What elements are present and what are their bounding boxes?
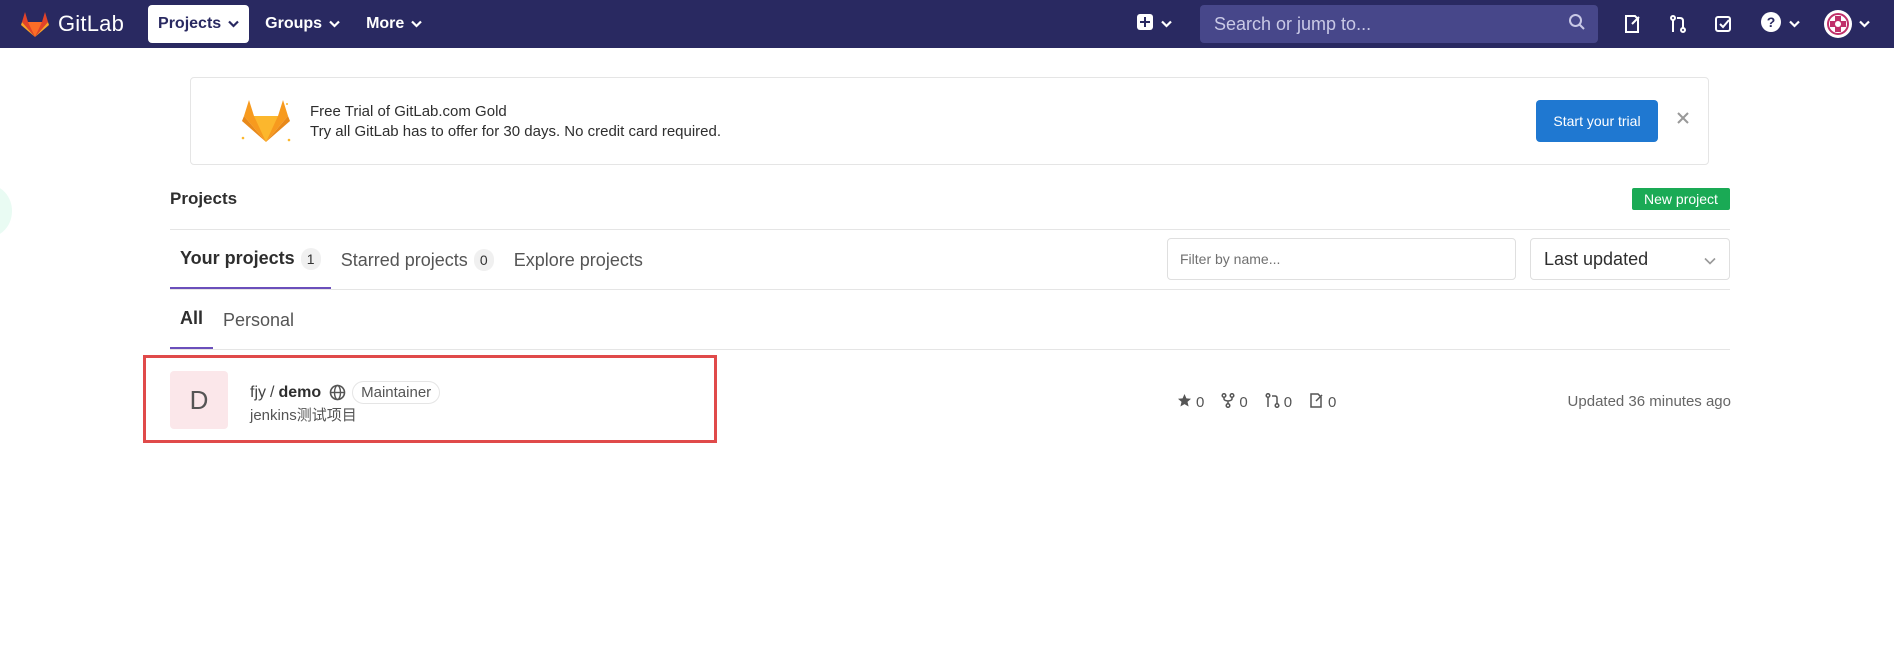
brand-name: GitLab <box>58 11 125 36</box>
nav-groups-dropdown[interactable]: Groups <box>255 5 350 43</box>
forks-count: 0 <box>1239 394 1248 411</box>
filter-by-name-input[interactable] <box>1167 238 1516 280</box>
gitlab-gold-logo-icon <box>239 96 293 151</box>
svg-text:?: ? <box>1767 14 1776 30</box>
issues-icon[interactable] <box>1622 14 1642 34</box>
merge-requests-count: 0 <box>1283 394 1293 411</box>
search-input[interactable] <box>1212 12 1568 36</box>
chevron-down-icon <box>1789 15 1800 33</box>
decorative-mint-shape <box>0 185 12 237</box>
chevron-down-icon <box>1859 15 1870 33</box>
merge-requests-stat[interactable]: 0 <box>1265 392 1293 412</box>
star-icon <box>1177 393 1196 412</box>
tab-label: Your projects <box>180 248 295 268</box>
tab-explore-projects[interactable]: Explore projects <box>504 230 653 290</box>
subtab-personal[interactable]: Personal <box>213 290 304 350</box>
issues-stat[interactable]: 0 <box>1309 393 1336 412</box>
banner-description: Try all GitLab has to offer for 30 days.… <box>310 123 722 140</box>
last-updated-text: Updated 36 minutes ago <box>1567 393 1731 410</box>
nav-more-dropdown[interactable]: More <box>356 5 432 43</box>
top-navbar: GitLab Projects Groups More Search or ju… <box>0 0 1894 48</box>
highlight-annotation-box <box>143 355 717 443</box>
tab-count-badge: 1 <box>300 247 321 270</box>
sort-dropdown[interactable]: Last updated <box>1530 238 1730 280</box>
gitlab-logo-icon <box>20 10 50 38</box>
start-trial-button[interactable]: Start your trial <box>1536 100 1658 142</box>
search-icon[interactable] <box>1568 13 1586 36</box>
tab-count-badge: 0 <box>473 249 494 271</box>
project-filter-subtabs: All Personal <box>170 290 304 350</box>
divider <box>170 289 1730 290</box>
merge-request-icon <box>1265 392 1284 412</box>
fork-icon <box>1221 392 1239 412</box>
sort-selected-label: Last updated <box>1544 248 1649 269</box>
gold-trial-banner: Free Trial of GitLab.com Gold Try all Gi… <box>190 77 1709 165</box>
new-item-dropdown[interactable] <box>1136 13 1172 36</box>
chevron-down-icon <box>228 15 239 33</box>
tab-label: Starred projects <box>340 249 468 270</box>
plus-square-icon <box>1136 13 1154 36</box>
chevron-down-icon <box>411 15 423 33</box>
user-avatar <box>1824 10 1852 38</box>
forks-stat[interactable]: 0 <box>1221 392 1248 412</box>
stars-count: 0 <box>1196 394 1205 411</box>
nav-projects-label: Projects <box>158 15 222 32</box>
merge-request-icon[interactable] <box>1668 14 1688 34</box>
close-icon[interactable] <box>1676 111 1690 130</box>
issues-icon <box>1309 393 1328 412</box>
gitlab-home-link[interactable]: GitLab <box>20 0 124 48</box>
nav-groups-label: Groups <box>265 15 323 32</box>
navbar-right: ? <box>1136 0 1894 48</box>
subtab-all[interactable]: All <box>170 290 214 350</box>
todo-checkbox-icon[interactable] <box>1714 14 1734 34</box>
search-box <box>1200 5 1598 43</box>
chevron-down-icon <box>1161 15 1172 33</box>
user-menu-dropdown[interactable] <box>1824 10 1870 38</box>
nav-more-label: More <box>366 15 405 32</box>
help-dropdown[interactable]: ? <box>1760 11 1800 38</box>
chevron-down-icon <box>1704 249 1716 270</box>
nav-projects-dropdown[interactable]: Projects <box>148 5 250 43</box>
banner-title: Free Trial of GitLab.com Gold <box>310 103 507 120</box>
project-stats: 0 0 0 0 <box>1177 392 1353 412</box>
tab-your-projects[interactable]: Your projects 1 <box>170 230 331 290</box>
issues-count: 0 <box>1328 394 1337 411</box>
main-nav-menu: Projects Groups More <box>148 5 438 43</box>
question-circle-icon: ? <box>1760 11 1782 38</box>
chevron-down-icon <box>329 15 340 33</box>
projects-tabs: Your projects 1 Starred projects 0 Explo… <box>170 230 653 290</box>
divider <box>170 349 1730 350</box>
tab-starred-projects[interactable]: Starred projects 0 <box>331 230 504 290</box>
page-title: Projects <box>170 189 238 208</box>
stars-stat[interactable]: 0 <box>1177 393 1204 412</box>
tab-label: Explore projects <box>513 249 643 270</box>
new-project-button[interactable]: New project <box>1632 188 1730 210</box>
